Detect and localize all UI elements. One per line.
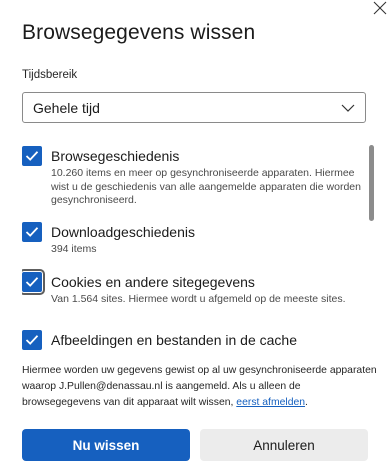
checkmark-icon [25,335,39,345]
dialog-title: Browsegegevens wissen [22,21,256,44]
close-icon[interactable] [370,0,388,18]
clear-browsing-data-dialog: Browsegegevens wissen Tijdsbereik Gehele… [0,0,390,473]
sign-out-first-link[interactable]: eerst afmelden [236,397,305,408]
sync-info-body: Hiermee worden uw gegevens gewist op al … [22,365,377,408]
list-scrollbar[interactable] [369,145,374,221]
time-range-select[interactable]: Gehele tijd [22,92,366,123]
time-range-label: Tijdsbereik [22,69,78,81]
clear-now-button[interactable]: Nu wissen [22,429,190,461]
download-history-label: Downloadgeschiedenis [51,224,195,240]
cookies-label: Cookies en andere sitegegevens [51,274,255,290]
checkmark-icon [25,227,39,237]
cookies-checkbox[interactable] [22,269,45,295]
download-history-description: 394 items [51,243,97,255]
sync-info-suffix: . [305,397,308,408]
browsing-history-checkbox[interactable] [22,146,42,166]
browsing-history-description: 10.260 items en meer op gesynchroniseerd… [51,167,361,206]
cookies-description: Van 1.564 sites. Hiermee wordt u afgemel… [51,293,346,305]
browsing-history-label: Browsegeschiedenis [51,148,180,164]
sync-info-text: Hiermee worden uw gegevens gewist op al … [22,363,378,411]
time-range-value: Gehele tijd [33,99,100,116]
cache-label: Afbeeldingen en bestanden in de cache [51,332,297,348]
data-type-list[interactable]: Browsegeschiedenis 10.260 items en meer … [22,138,368,350]
cancel-button[interactable]: Annuleren [200,429,368,461]
cache-checkbox[interactable] [22,330,42,350]
download-history-checkbox[interactable] [22,222,42,242]
chevron-down-icon [341,101,355,115]
checkmark-icon [25,151,39,161]
checkmark-icon [25,277,39,287]
